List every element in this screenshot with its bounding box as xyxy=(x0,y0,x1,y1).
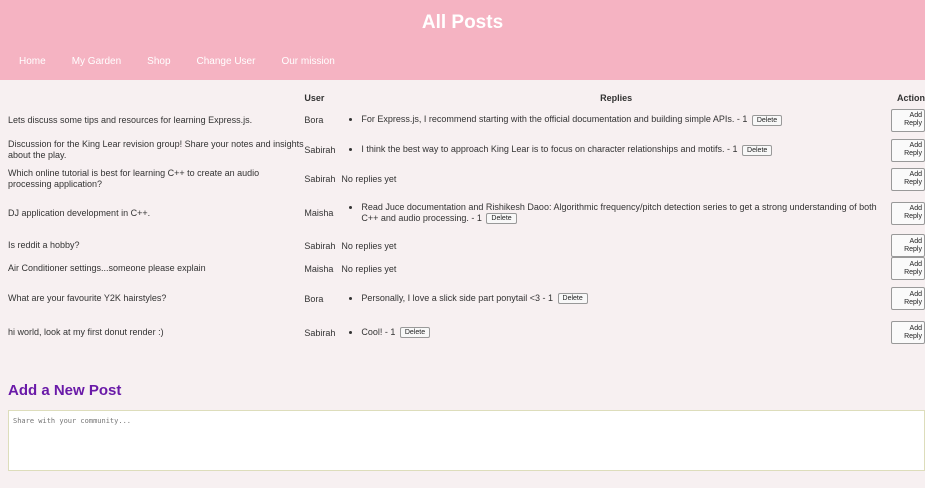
post-text: Lets discuss some tips and resources for… xyxy=(8,114,253,125)
reply-list: Cool! - 1 Delete xyxy=(341,326,891,339)
nav-change-user-link[interactable]: Change User xyxy=(197,56,256,67)
action-cell: Add Reply xyxy=(891,234,925,257)
reply-item: Cool! - 1 Delete xyxy=(361,326,891,339)
replies-cell: No replies yet xyxy=(341,166,891,192)
reply-item: Personally, I love a slick side part pon… xyxy=(361,292,891,305)
replies-column-header: Replies xyxy=(600,93,633,103)
no-replies-text: No replies yet xyxy=(341,240,397,251)
post-user: Sabirah xyxy=(304,327,336,338)
post-column-header xyxy=(8,90,304,106)
reply-item: Read Juce documentation and Rishikesh Da… xyxy=(361,201,891,225)
delete-reply-button[interactable]: Delete xyxy=(557,293,588,305)
replies-cell: For Express.js, I recommend starting wit… xyxy=(341,106,891,134)
delete-reply-button[interactable]: Delete xyxy=(486,213,517,225)
table-row: What are your favourite Y2K hairstyles? B… xyxy=(8,280,925,317)
post-user: Bora xyxy=(304,293,324,304)
nav-our-mission-link[interactable]: Our mission xyxy=(281,56,334,67)
add-reply-button[interactable]: Add Reply xyxy=(891,167,925,191)
table-row: Discussion for the King Lear revision gr… xyxy=(8,134,925,166)
reply-list: I think the best way to approach King Le… xyxy=(341,144,891,156)
replies-cell: Read Juce documentation and Rishikesh Da… xyxy=(341,192,891,234)
nav-bar: Home My Garden Shop Change User Our miss… xyxy=(19,56,361,67)
action-cell: Add Reply xyxy=(891,257,925,280)
table-row: DJ application development in C++. Maisha… xyxy=(8,192,925,234)
add-post-heading: Add a New Post xyxy=(8,382,122,399)
action-cell: Add Reply xyxy=(891,106,925,134)
post-text: hi world, look at my first donut render … xyxy=(8,327,164,337)
action-cell: Add Reply xyxy=(891,317,925,348)
action-column-header: Action xyxy=(897,93,925,103)
add-reply-button[interactable]: Add Reply xyxy=(891,234,925,257)
replies-cell: No replies yet xyxy=(341,257,891,280)
table-row: Which online tutorial is best for learni… xyxy=(8,166,925,192)
nav-shop-link[interactable]: Shop xyxy=(147,56,170,67)
table-row: hi world, look at my first donut render … xyxy=(8,317,925,348)
reply-text: Cool! - 1 xyxy=(361,326,396,337)
add-reply-button[interactable]: Add Reply xyxy=(891,257,925,280)
post-user: Sabirah xyxy=(304,240,336,251)
reply-text: Read Juce documentation and Rishikesh Da… xyxy=(361,201,877,223)
delete-reply-button[interactable]: Delete xyxy=(742,144,773,156)
no-replies-text: No replies yet xyxy=(341,263,397,274)
post-user: Sabirah xyxy=(304,174,336,184)
posts-table: User Replies Action Lets discuss some ti… xyxy=(8,90,925,348)
page-title: All Posts xyxy=(421,12,504,33)
post-user: Sabirah xyxy=(304,145,336,155)
post-user: Maisha xyxy=(304,263,334,274)
table-row: Air Conditioner settings...someone pleas… xyxy=(8,257,925,280)
post-text: Which online tutorial is best for learni… xyxy=(8,168,260,189)
post-user: Maisha xyxy=(304,208,334,218)
reply-text: For Express.js, I recommend starting wit… xyxy=(361,114,748,125)
reply-text: Personally, I love a slick side part pon… xyxy=(361,292,554,303)
action-cell: Add Reply xyxy=(891,280,925,317)
replies-cell: Personally, I love a slick side part pon… xyxy=(341,280,891,317)
no-replies-text: No replies yet xyxy=(341,174,397,184)
action-cell: Add Reply xyxy=(891,134,925,166)
action-cell: Add Reply xyxy=(891,192,925,234)
post-text: Discussion for the King Lear revision gr… xyxy=(8,139,304,160)
post-user: Bora xyxy=(304,115,324,125)
reply-list: For Express.js, I recommend starting wit… xyxy=(341,114,891,126)
table-row: Is reddit a hobby? Sabirah No replies yet A… xyxy=(8,234,925,257)
reply-text: I think the best way to approach King Le… xyxy=(361,144,738,155)
reply-item: I think the best way to approach King Le… xyxy=(361,144,891,156)
reply-list: Read Juce documentation and Rishikesh Da… xyxy=(341,201,891,225)
replies-cell: Cool! - 1 Delete xyxy=(341,317,891,348)
post-text: Is reddit a hobby? xyxy=(8,240,80,250)
add-reply-button[interactable]: Add Reply xyxy=(891,108,925,132)
add-reply-button[interactable]: Add Reply xyxy=(891,287,925,310)
delete-reply-button[interactable]: Delete xyxy=(751,114,783,126)
page-header: All Posts Home My Garden Shop Change Use… xyxy=(0,0,925,80)
add-reply-button[interactable]: Add Reply xyxy=(891,321,925,344)
post-text: Air Conditioner settings...someone pleas… xyxy=(8,263,206,273)
new-post-input[interactable] xyxy=(8,410,925,471)
add-reply-button[interactable]: Add Reply xyxy=(891,201,925,225)
post-text: What are your favourite Y2K hairstyles? xyxy=(8,293,167,303)
replies-cell: No replies yet xyxy=(341,234,891,257)
add-reply-button[interactable]: Add Reply xyxy=(891,138,925,162)
replies-cell: I think the best way to approach King Le… xyxy=(341,134,891,166)
delete-reply-button[interactable]: Delete xyxy=(399,327,431,339)
post-text: DJ application development in C++. xyxy=(8,207,151,218)
action-cell: Add Reply xyxy=(891,166,925,192)
reply-list: Personally, I love a slick side part pon… xyxy=(341,292,891,305)
nav-home-link[interactable]: Home xyxy=(19,56,46,67)
table-row: Lets discuss some tips and resources for… xyxy=(8,106,925,134)
nav-my-garden-link[interactable]: My Garden xyxy=(72,56,121,67)
user-column-header: User xyxy=(304,93,325,103)
reply-item: For Express.js, I recommend starting wit… xyxy=(361,114,891,126)
